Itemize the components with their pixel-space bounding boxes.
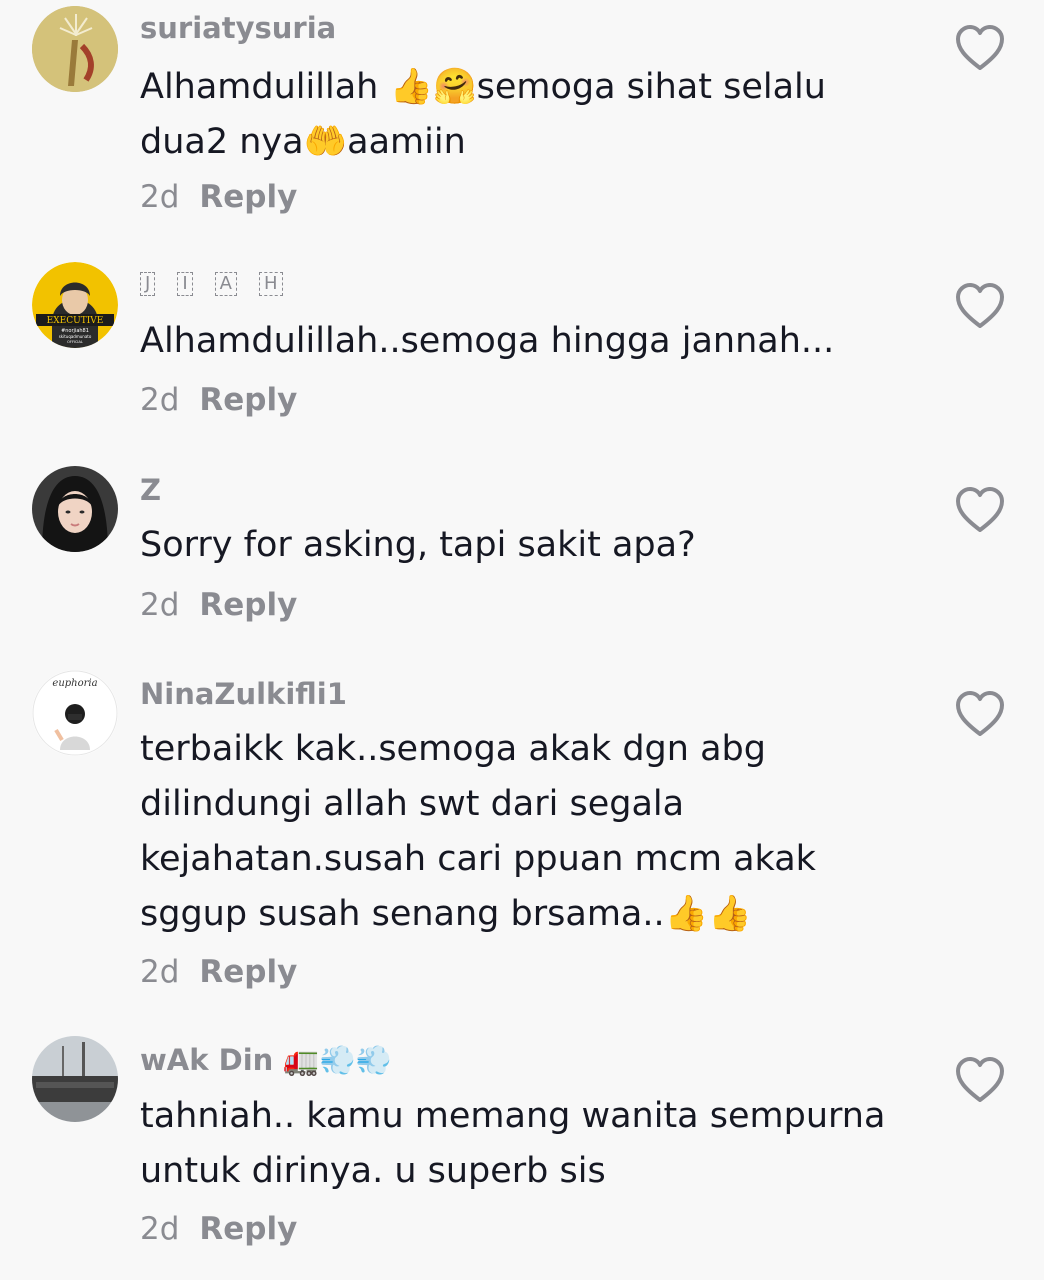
username[interactable]: wAk Din 🚛💨💨 (140, 1042, 392, 1078)
avatar-line2: skituqadmunato (59, 334, 92, 339)
comment-time: 2d (140, 1211, 180, 1247)
heart-outline-icon[interactable] (954, 1056, 1006, 1104)
avatar-badge: EXECUTIVE (47, 316, 104, 326)
avatar-line3: OFFICIAL (67, 340, 83, 344)
comment-time: 2d (140, 954, 180, 990)
username[interactable]: suriatysuria (140, 10, 336, 46)
reply-button[interactable]: Reply (199, 587, 297, 623)
comment-text: tahniah.. kamu memang wanita sempurna un… (140, 1096, 886, 1191)
username[interactable]: NinaZulkifli1 (140, 676, 347, 712)
reply-button[interactable]: Reply (199, 954, 297, 990)
username[interactable]: JIAH (140, 264, 305, 300)
comment-meta: 2d Reply (140, 380, 297, 420)
reply-button[interactable]: Reply (199, 382, 297, 418)
heart-outline-icon[interactable] (954, 282, 1006, 330)
reply-button[interactable]: Reply (199, 1211, 297, 1247)
comment-text: terbaikk kak..semoga akak dgn abg dilind… (140, 729, 816, 934)
comment-time: 2d (140, 587, 180, 623)
avatar[interactable] (32, 6, 118, 92)
avatar[interactable]: EXECUTIVE #norjiah81 skituqadmunato OFFI… (32, 262, 118, 348)
comment-time: 2d (140, 179, 180, 215)
comment-text: Alhamdulillah 👍🤗semoga sihat selalu dua2… (140, 67, 826, 162)
comment-meta: 2d Reply (140, 585, 297, 625)
username[interactable]: Z (140, 472, 161, 508)
username-letter: A (214, 272, 237, 296)
comment-meta: 2d Reply (140, 1209, 297, 1249)
username-letter: H (258, 272, 283, 296)
avatar[interactable]: euphoria (32, 670, 118, 756)
username-letter: J (140, 272, 156, 296)
comment-meta: 2d Reply (140, 952, 297, 992)
username-letter: I (177, 272, 193, 296)
comment-text: Alhamdulillah..semoga hingga jannah... (140, 321, 835, 361)
comment-text: Sorry for asking, tapi sakit apa? (140, 525, 696, 565)
heart-outline-icon[interactable] (954, 486, 1006, 534)
avatar-caption: euphoria (52, 678, 97, 689)
avatar[interactable] (32, 1036, 118, 1122)
avatar[interactable] (32, 466, 118, 552)
comment-meta: 2d Reply (140, 177, 297, 217)
comment-time: 2d (140, 382, 180, 418)
reply-button[interactable]: Reply (199, 179, 297, 215)
heart-outline-icon[interactable] (954, 24, 1006, 72)
heart-outline-icon[interactable] (954, 690, 1006, 738)
